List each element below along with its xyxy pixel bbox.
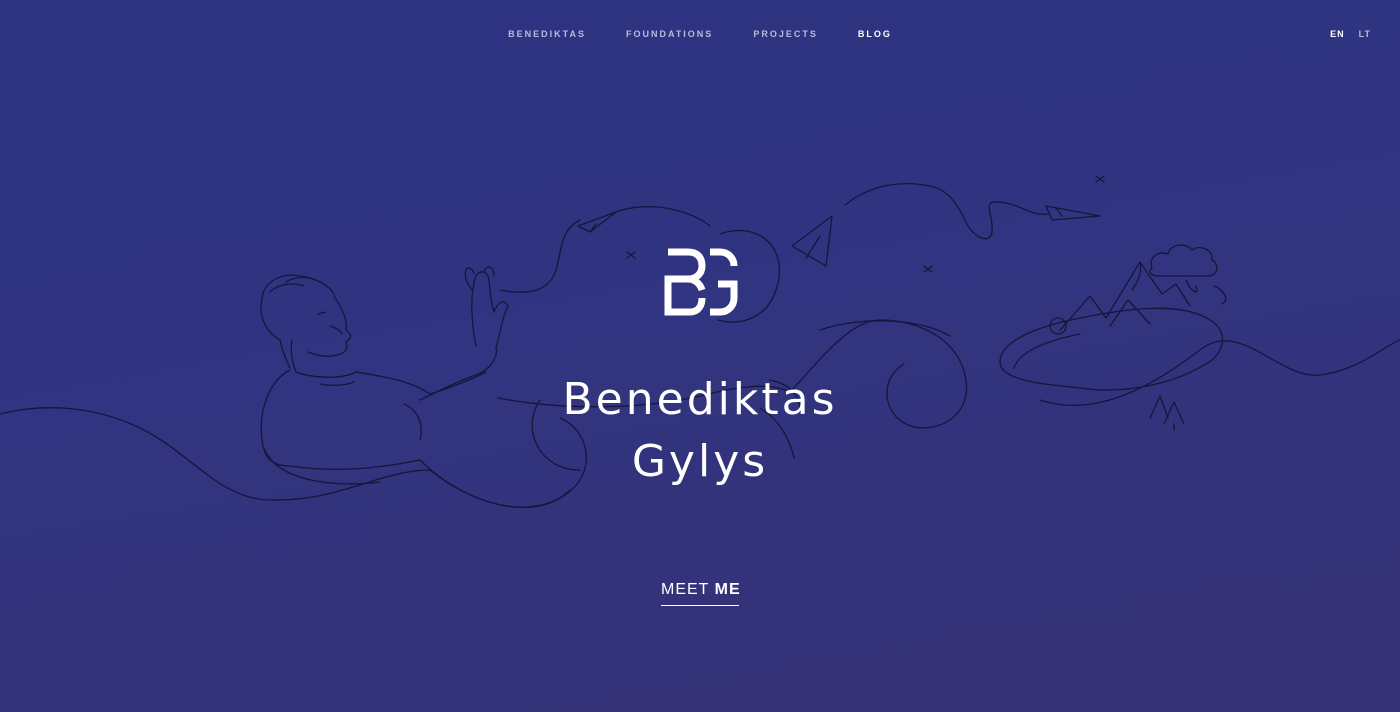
hero-name: Benediktas Gylys xyxy=(0,369,1400,493)
nav-item-benediktas[interactable]: BENEDIKTAS xyxy=(508,29,586,39)
main-nav: BENEDIKTAS FOUNDATIONS PROJECTS BLOG xyxy=(0,29,1400,39)
hero-first-name: Benediktas xyxy=(562,374,838,426)
language-en[interactable]: EN xyxy=(1330,29,1345,39)
hero-last-name: Gylys xyxy=(631,436,769,488)
nav-item-foundations[interactable]: FOUNDATIONS xyxy=(626,29,713,39)
meet-me-word1: MEET xyxy=(661,581,710,598)
hero-page: BENEDIKTAS FOUNDATIONS PROJECTS BLOG EN … xyxy=(0,0,1400,712)
swirl-path-2 xyxy=(615,206,711,227)
meet-me-button[interactable]: MEET ME xyxy=(661,581,741,606)
swirl-path xyxy=(499,219,581,293)
meet-me-word2: ME xyxy=(714,581,741,598)
language-lt[interactable]: LT xyxy=(1359,29,1371,39)
language-switcher: EN LT xyxy=(1330,29,1371,39)
paper-plane-icon xyxy=(577,205,1101,267)
nav-item-projects[interactable]: PROJECTS xyxy=(753,29,818,39)
nav-item-blog[interactable]: BLOG xyxy=(858,29,892,39)
flight-path xyxy=(844,183,1049,240)
bg-monogram-logo[interactable] xyxy=(664,248,738,316)
